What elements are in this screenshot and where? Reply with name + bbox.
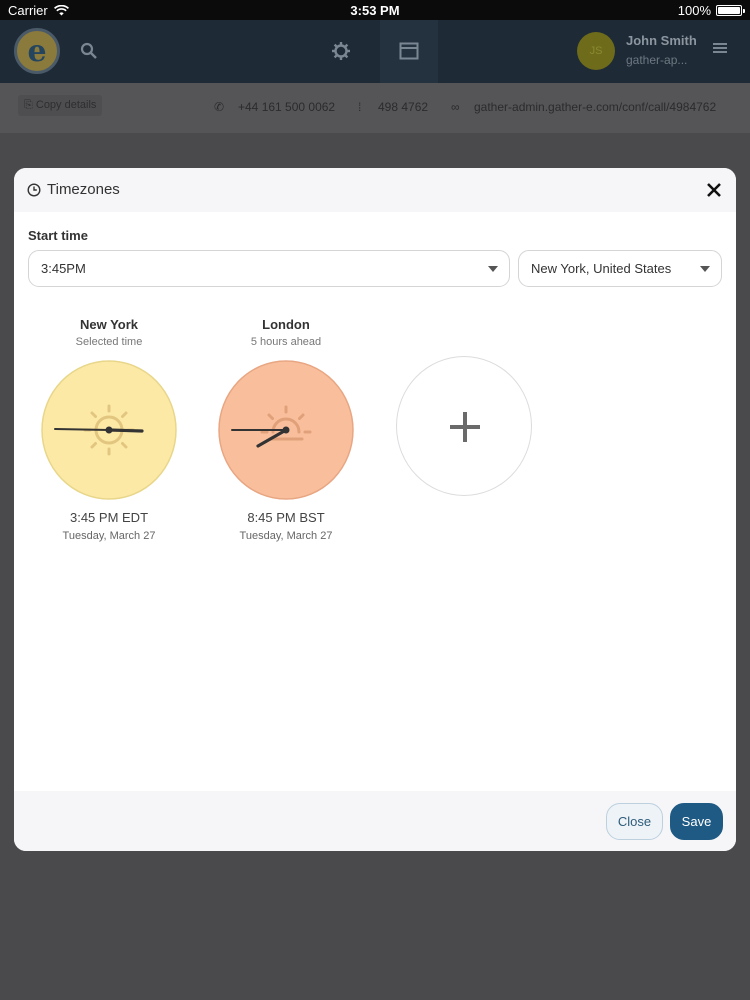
- status-bar: Carrier 3:53 PM 100%: [0, 0, 750, 20]
- clock-time-card-london: 8:45 PM BST Tuesday, March 27: [216, 510, 356, 542]
- copy-icon: ⎘: [24, 99, 33, 111]
- copy-details-label: Copy details: [35, 99, 97, 111]
- clock-city: London: [262, 317, 310, 332]
- copy-details-button[interactable]: ⎘ Copy details: [18, 95, 103, 116]
- carrier-label: Carrier: [8, 2, 48, 18]
- conference-url[interactable]: gather-admin.gather-e.com/conf/call/4984…: [474, 100, 716, 114]
- timezone-value: New York, United States: [531, 261, 672, 276]
- clock-date: Tuesday, March 27: [239, 530, 333, 542]
- clock-subtitle: 5 hours ahead: [250, 336, 322, 348]
- conference-info-bar: ⎘ Copy details ✆ +44 161 500 0062 ⁞ 498 …: [0, 83, 750, 133]
- gear-icon[interactable]: [331, 41, 351, 61]
- wifi-icon: [53, 4, 69, 15]
- clock-time-card-new-york: 3:45 PM EDT Tuesday, March 27: [39, 510, 179, 542]
- plus-icon: [450, 412, 480, 442]
- user-subtitle: gather-ap...: [626, 53, 688, 67]
- clock-face-london: [218, 360, 354, 500]
- pin-icon: ⁞: [358, 100, 362, 114]
- clock-time: 8:45 PM BST: [247, 510, 325, 525]
- start-time-value: 3:45PM: [41, 261, 86, 276]
- clock-card-london: London 5 hours ahead: [216, 317, 356, 348]
- battery-icon: [716, 4, 745, 16]
- clock-icon: [27, 182, 41, 197]
- hamburger-menu-icon[interactable]: [713, 42, 727, 54]
- clock-date: Tuesday, March 27: [62, 530, 156, 542]
- clock-subtitle: Selected time: [75, 336, 143, 348]
- clock-face-new-york: [41, 360, 177, 500]
- search-icon[interactable]: [80, 42, 98, 60]
- add-timezone-button[interactable]: [396, 356, 532, 496]
- modal-header: Timezones: [14, 168, 736, 212]
- chevron-down-icon: [700, 266, 710, 272]
- timezone-select[interactable]: New York, United States: [518, 250, 722, 287]
- clock-card-new-york: New York Selected time: [39, 317, 179, 348]
- app-header: e JS John Smith gather-ap...: [0, 20, 750, 83]
- battery-percent: 100%: [677, 2, 711, 18]
- modal-title: Timezones: [47, 181, 120, 198]
- start-time-select[interactable]: 3:45PM: [28, 250, 510, 287]
- link-icon: ∞: [451, 100, 460, 114]
- app-logo[interactable]: e: [14, 28, 60, 74]
- calendar-icon[interactable]: [399, 41, 419, 60]
- close-icon[interactable]: [704, 180, 724, 200]
- modal-footer: Close Save: [14, 791, 736, 851]
- pin-number: 498 4762: [378, 100, 429, 114]
- chevron-down-icon: [488, 266, 498, 272]
- clock-time: 3:53 PM: [350, 2, 400, 18]
- user-name: John Smith: [626, 33, 697, 48]
- phone-number: +44 161 500 0062: [238, 100, 336, 114]
- phone-icon: ✆: [214, 100, 225, 114]
- close-button[interactable]: Close: [606, 803, 663, 840]
- avatar[interactable]: JS: [577, 32, 615, 70]
- clock-time: 3:45 PM EDT: [69, 510, 149, 525]
- timezones-modal: Timezones Start time 3:45PM New York, Un…: [14, 168, 736, 851]
- start-time-label: Start time: [28, 228, 88, 243]
- clock-city: New York: [79, 317, 139, 332]
- save-button[interactable]: Save: [670, 803, 723, 840]
